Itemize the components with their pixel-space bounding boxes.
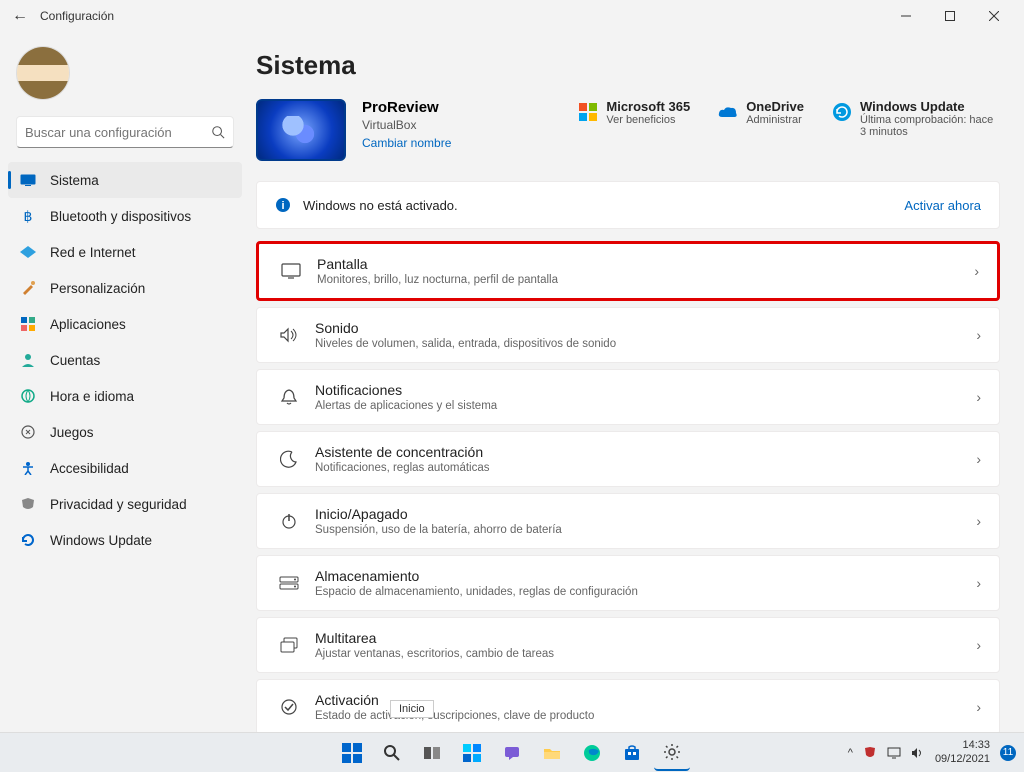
sidebar-item-label: Personalización	[50, 281, 145, 296]
taskview-button[interactable]	[414, 735, 450, 771]
sidebar-item-personalization[interactable]: Personalización	[8, 270, 242, 306]
info-icon: i	[275, 197, 291, 213]
tray-display-icon[interactable]	[887, 747, 901, 759]
search-icon	[211, 125, 225, 139]
sound-icon	[275, 327, 303, 343]
bluetooth-icon: ฿	[20, 208, 36, 224]
sidebar-item-label: Sistema	[50, 173, 99, 188]
sidebar-item-update[interactable]: Windows Update	[8, 522, 242, 558]
user-profile[interactable]	[8, 40, 242, 116]
chevron-right-icon: ›	[976, 327, 981, 343]
sidebar-item-network[interactable]: Red e Internet	[8, 234, 242, 270]
sidebar-item-label: Hora e idioma	[50, 389, 134, 404]
sidebar-item-gaming[interactable]: Juegos	[8, 414, 242, 450]
start-button[interactable]	[334, 735, 370, 771]
sidebar-item-time[interactable]: Hora e idioma	[8, 378, 242, 414]
card-notifications[interactable]: NotificacionesAlertas de aplicaciones y …	[256, 369, 1000, 425]
banner-text: Windows no está activado.	[303, 198, 458, 213]
ms365-card[interactable]: Microsoft 365Ver beneficios	[578, 99, 690, 126]
bell-icon	[275, 388, 303, 406]
sidebar-item-label: Red e Internet	[50, 245, 136, 260]
sidebar-item-label: Aplicaciones	[50, 317, 126, 332]
clock[interactable]: 14:33 09/12/2021	[935, 739, 990, 767]
device-sub: VirtualBox	[362, 118, 451, 132]
card-sound[interactable]: SonidoNiveles de volumen, salida, entrad…	[256, 307, 1000, 363]
sidebar-item-label: Windows Update	[50, 533, 152, 548]
search-input-wrapper[interactable]	[16, 116, 234, 148]
chevron-right-icon: ›	[976, 699, 981, 715]
card-display[interactable]: PantallaMonitores, brillo, luz nocturna,…	[256, 241, 1000, 301]
close-button[interactable]	[972, 0, 1016, 32]
card-multitask[interactable]: MultitareaAjustar ventanas, escritorios,…	[256, 617, 1000, 673]
chevron-right-icon: ›	[976, 575, 981, 591]
avatar	[16, 46, 70, 100]
sidebar-item-privacy[interactable]: Privacidad y seguridad	[8, 486, 242, 522]
person-icon	[20, 352, 36, 368]
update-status-icon	[832, 102, 852, 122]
sidebar-item-accessibility[interactable]: Accesibilidad	[8, 450, 242, 486]
system-icon	[20, 172, 36, 188]
chat-button[interactable]	[494, 735, 530, 771]
storage-icon	[275, 576, 303, 590]
card-power[interactable]: Inicio/ApagadoSuspensión, uso de la bate…	[256, 493, 1000, 549]
chevron-right-icon: ›	[976, 389, 981, 405]
sidebar-item-label: Juegos	[50, 425, 94, 440]
window-title: Configuración	[40, 9, 114, 23]
accessibility-icon	[20, 460, 36, 476]
clock-globe-icon	[20, 388, 36, 404]
svg-text:i: i	[281, 200, 284, 212]
widgets-button[interactable]	[454, 735, 490, 771]
chevron-right-icon: ›	[976, 451, 981, 467]
sidebar-item-label: Bluetooth y dispositivos	[50, 209, 191, 224]
sidebar-item-label: Privacidad y seguridad	[50, 497, 187, 512]
security-icon[interactable]	[863, 746, 877, 760]
sidebar-item-label: Cuentas	[50, 353, 100, 368]
rename-link[interactable]: Cambiar nombre	[362, 136, 451, 150]
card-activation[interactable]: ActivaciónEstado de activación, suscripc…	[256, 679, 1000, 732]
notification-badge[interactable]: 11	[1000, 745, 1016, 761]
shield-icon	[20, 496, 36, 512]
activate-link[interactable]: Activar ahora	[904, 198, 981, 213]
apps-icon	[20, 316, 36, 332]
back-button[interactable]: ←	[8, 7, 32, 25]
tray-volume-icon[interactable]	[911, 747, 925, 759]
multitask-icon	[275, 637, 303, 653]
brush-icon	[20, 280, 36, 296]
chevron-right-icon: ›	[974, 263, 979, 279]
display-icon	[277, 263, 305, 279]
store-button[interactable]	[614, 735, 650, 771]
tooltip: Inicio	[390, 700, 434, 718]
sidebar-item-label: Accesibilidad	[50, 461, 129, 476]
activation-banner: i Windows no está activado. Activar ahor…	[256, 181, 1000, 229]
network-icon	[20, 244, 36, 260]
update-card[interactable]: Windows UpdateÚltima comprobación: hace …	[832, 99, 1000, 138]
card-storage[interactable]: AlmacenamientoEspacio de almacenamiento,…	[256, 555, 1000, 611]
power-icon	[275, 512, 303, 530]
update-icon	[20, 532, 36, 548]
device-name: ProReview	[362, 99, 451, 116]
device-thumbnail	[256, 99, 346, 161]
edge-button[interactable]	[574, 735, 610, 771]
search-button[interactable]	[374, 735, 410, 771]
sidebar-item-apps[interactable]: Aplicaciones	[8, 306, 242, 342]
moon-icon	[275, 450, 303, 468]
ms365-icon	[578, 102, 598, 122]
sidebar-item-system[interactable]: Sistema	[8, 162, 242, 198]
chevron-right-icon: ›	[976, 637, 981, 653]
tray-chevron-icon[interactable]: ^	[848, 747, 853, 759]
chevron-right-icon: ›	[976, 513, 981, 529]
onedrive-icon	[718, 102, 738, 122]
page-title: Sistema	[256, 50, 1000, 81]
onedrive-card[interactable]: OneDriveAdministrar	[718, 99, 804, 126]
minimize-button[interactable]	[884, 0, 928, 32]
search-input[interactable]	[25, 125, 211, 140]
settings-button[interactable]	[654, 735, 690, 771]
check-circle-icon	[275, 698, 303, 716]
card-focus[interactable]: Asistente de concentraciónNotificaciones…	[256, 431, 1000, 487]
explorer-button[interactable]	[534, 735, 570, 771]
sidebar-item-bluetooth[interactable]: ฿ Bluetooth y dispositivos	[8, 198, 242, 234]
maximize-button[interactable]	[928, 0, 972, 32]
sidebar-item-accounts[interactable]: Cuentas	[8, 342, 242, 378]
gaming-icon	[20, 424, 36, 440]
